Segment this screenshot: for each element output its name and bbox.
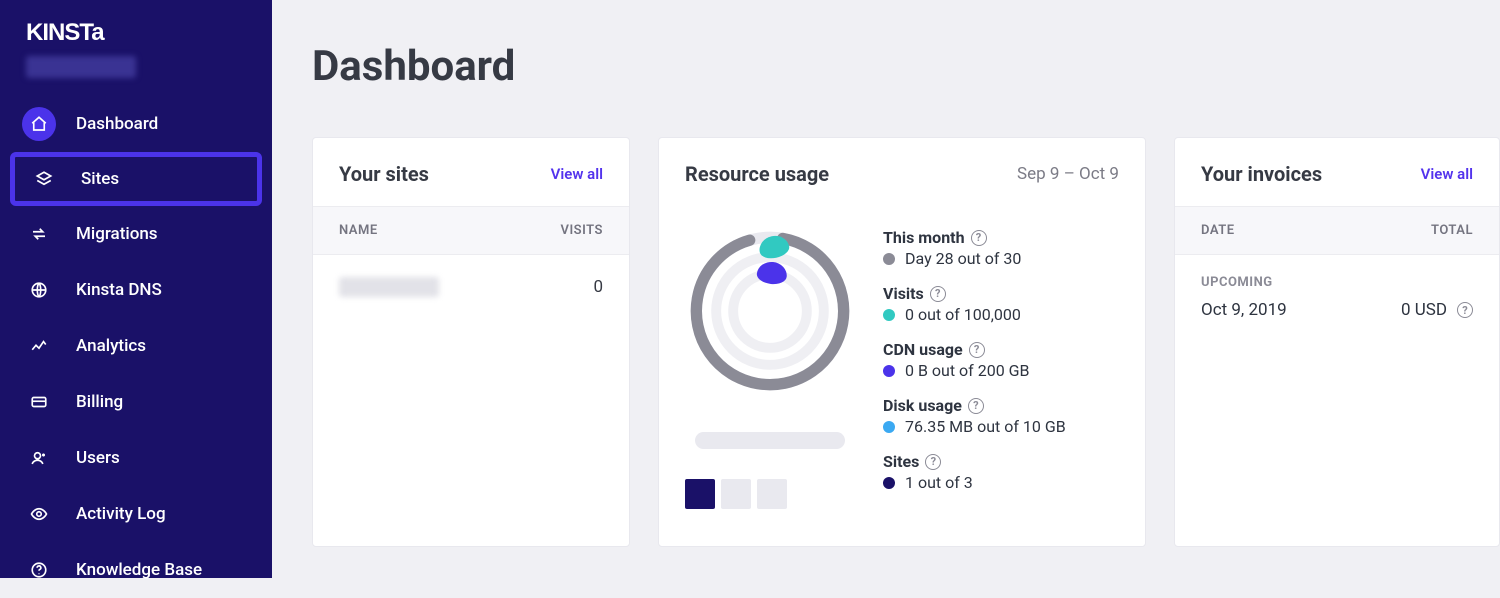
- invoice-row[interactable]: Oct 9, 2019 0 USD ?: [1175, 290, 1499, 330]
- help-icon[interactable]: ?: [925, 454, 941, 470]
- disk-bar: [695, 432, 845, 449]
- help-icon[interactable]: ?: [968, 398, 984, 414]
- sidebar-item-billing[interactable]: Billing: [0, 374, 272, 430]
- site-visits-value: 0: [593, 277, 603, 297]
- site-row[interactable]: 0: [313, 255, 629, 319]
- resource-charts: [685, 226, 855, 509]
- metric-cdn-label: CDN usage ?: [883, 340, 1119, 359]
- invoice-amount: 0 USD ?: [1401, 300, 1473, 320]
- globe-icon: [22, 273, 56, 307]
- sidebar-item-label: Billing: [76, 392, 123, 412]
- help-icon[interactable]: ?: [971, 230, 987, 246]
- donut-chart: [685, 226, 855, 396]
- metric-this-month-value: Day 28 out of 30: [883, 249, 1119, 268]
- users-icon: [22, 441, 56, 475]
- card-icon: [22, 385, 56, 419]
- brand-logo: KINSTa: [0, 18, 272, 54]
- sidebar-item-label: Migrations: [76, 224, 158, 244]
- site-name-redacted: [339, 277, 439, 297]
- info-icon: [22, 553, 56, 587]
- view-all-invoices-link[interactable]: View all: [1421, 165, 1473, 183]
- dot-icon: [883, 365, 895, 377]
- sidebar-item-label: Activity Log: [76, 504, 166, 524]
- card-title: Your sites: [339, 162, 429, 186]
- dot-icon: [883, 309, 895, 321]
- sidebar-item-sites[interactable]: Sites: [10, 152, 262, 206]
- metric-cdn-value: 0 B out of 200 GB: [883, 361, 1119, 380]
- card-your-sites: Your sites View all NAME VISITS 0: [312, 137, 630, 547]
- resource-metrics: This month ? Day 28 out of 30 Visits ?: [883, 226, 1119, 509]
- col-date: DATE: [1201, 223, 1235, 238]
- date-range: Sep 9 – Oct 9: [1017, 164, 1119, 184]
- sidebar-item-analytics[interactable]: Analytics: [0, 318, 272, 374]
- metric-this-month-label: This month ?: [883, 228, 1119, 247]
- chart-icon: [22, 329, 56, 363]
- invoices-upcoming-label: UPCOMING: [1175, 255, 1499, 290]
- page-title: Dashboard: [312, 42, 1500, 91]
- cards-row: Your sites View all NAME VISITS 0 Resour…: [312, 137, 1500, 547]
- card-title: Your invoices: [1201, 162, 1322, 186]
- eye-icon: [22, 497, 56, 531]
- sidebar-item-label: Dashboard: [76, 114, 158, 134]
- main-content: Dashboard Your sites View all NAME VISIT…: [272, 0, 1500, 578]
- invoice-date: Oct 9, 2019: [1201, 300, 1287, 320]
- col-visits: VISITS: [561, 223, 604, 238]
- metric-disk-value: 76.35 MB out of 10 GB: [883, 417, 1119, 436]
- col-total: TOTAL: [1431, 223, 1473, 238]
- sidebar-item-activity-log[interactable]: Activity Log: [0, 486, 272, 542]
- dot-icon: [883, 253, 895, 265]
- sidebar-item-dashboard[interactable]: Dashboard: [0, 96, 272, 152]
- dot-icon: [883, 421, 895, 433]
- sidebar-item-kinsta-dns[interactable]: Kinsta DNS: [0, 262, 272, 318]
- company-name-redacted: [26, 56, 136, 78]
- sidebar-item-label: Kinsta DNS: [76, 280, 162, 300]
- metric-disk-label: Disk usage ?: [883, 396, 1119, 415]
- sidebar-item-label: Sites: [81, 169, 119, 189]
- card-title: Resource usage: [685, 162, 829, 186]
- sites-squares: [685, 479, 787, 509]
- svg-text:KINSTa: KINSTa: [26, 19, 105, 46]
- invoices-table-header: DATE TOTAL: [1175, 206, 1499, 255]
- sidebar-item-knowledge-base[interactable]: Knowledge Base: [0, 542, 272, 598]
- help-icon[interactable]: ?: [969, 342, 985, 358]
- layers-icon: [27, 162, 61, 196]
- arrows-icon: [22, 217, 56, 251]
- help-icon[interactable]: ?: [1457, 302, 1473, 318]
- sidebar-item-users[interactable]: Users: [0, 430, 272, 486]
- col-name: NAME: [339, 223, 378, 238]
- sidebar-item-label: Knowledge Base: [76, 560, 202, 580]
- card-resource-usage: Resource usage Sep 9 – Oct 9: [658, 137, 1146, 547]
- sidebar-item-label: Analytics: [76, 336, 146, 356]
- dot-icon: [883, 477, 895, 489]
- view-all-sites-link[interactable]: View all: [551, 165, 603, 183]
- help-icon[interactable]: ?: [930, 286, 946, 302]
- metric-sites-label: Sites ?: [883, 452, 1119, 471]
- metric-visits-value: 0 out of 100,000: [883, 305, 1119, 324]
- sites-table-header: NAME VISITS: [313, 206, 629, 255]
- home-icon: [22, 107, 56, 141]
- sidebar-item-label: Users: [76, 448, 120, 468]
- metric-sites-value: 1 out of 3: [883, 473, 1119, 492]
- sidebar: KINSTa Dashboard Sites Migrations Kinsta…: [0, 0, 272, 578]
- metric-visits-label: Visits ?: [883, 284, 1119, 303]
- sidebar-item-migrations[interactable]: Migrations: [0, 206, 272, 262]
- card-your-invoices: Your invoices View all DATE TOTAL UPCOMI…: [1174, 137, 1500, 547]
